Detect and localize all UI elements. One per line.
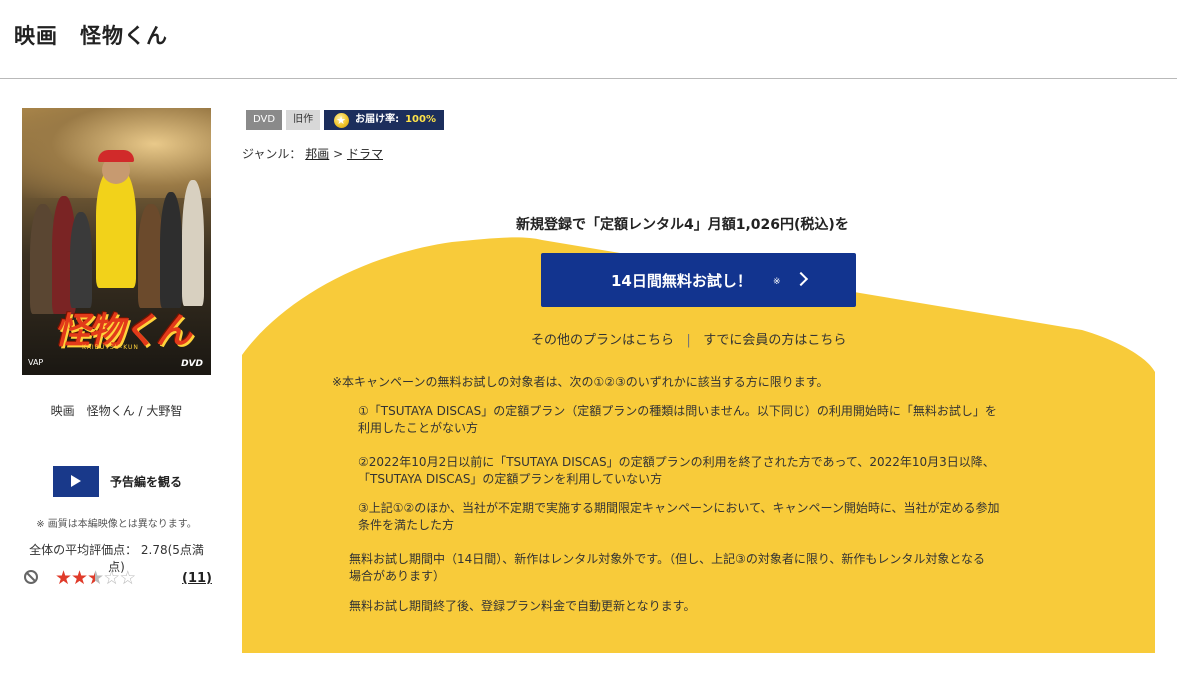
- poster-figure: [182, 180, 204, 306]
- star-empty-icon: ☆: [119, 567, 136, 589]
- trial-note-1-line2: 場合があります）: [349, 569, 446, 583]
- condition-item-3-line1: ③上記①②のほか、当社が不定期で実施する期間限定キャンペーンにおいて、キャンペー…: [358, 501, 1000, 515]
- poster-hero-cap: [98, 150, 134, 162]
- trial-note-1-line1: 無料お試し期間中（14日間）、新作はレンタル対象外です。（但し、上記③の対象者に…: [349, 552, 985, 566]
- condition-item-2-line1: ②2022年10月2日以前に「TSUTAYA DISCAS」の定額プランの利用を…: [358, 455, 995, 469]
- genre-link-jpmovie[interactable]: 邦画: [305, 147, 329, 161]
- star-empty-icon: ☆: [103, 567, 120, 589]
- review-count-link[interactable]: (11): [182, 571, 212, 586]
- star-half-icon: ★: [87, 567, 104, 589]
- rating-stars: ★★★☆☆: [55, 567, 136, 589]
- star-full-icon: ★: [55, 567, 72, 589]
- promo-headline: 新規登録で「定額レンタル4」月額1,026円(税込)を: [516, 217, 849, 233]
- free-trial-button[interactable]: 14日間無料お試し！ ※: [541, 253, 856, 307]
- conditions-intro: ※本キャンペーンの無料お試しの対象者は、次の①②③のいずれかに該当する方に限りま…: [332, 375, 829, 389]
- poster-logo-sub: KAIBUTSU-KUN: [82, 344, 139, 351]
- chevron-right-icon: [793, 271, 809, 287]
- condition-item-2: ②2022年10月2日以前に「TSUTAYA DISCAS」の定額プランの利用を…: [358, 454, 995, 488]
- dvd-jacket-image[interactable]: 怪物くん KAIBUTSU-KUN VAP DVD: [22, 108, 211, 375]
- other-plans-link[interactable]: その他のプランはこちら: [531, 333, 674, 348]
- header-divider: [0, 78, 1177, 79]
- condition-item-3: ③上記①②のほか、当社が不定期で実施する期間限定キャンペーンにおいて、キャンペー…: [358, 500, 1000, 534]
- poster-figure: [160, 192, 182, 308]
- format-badge: DVD: [246, 110, 283, 130]
- trial-note-1: 無料お試し期間中（14日間）、新作はレンタル対象外です。（但し、上記③の対象者に…: [349, 551, 985, 585]
- genre-link-drama[interactable]: ドラマ: [347, 147, 383, 161]
- poster-label-mark: VAP: [28, 358, 44, 367]
- delivery-label: お届け率:: [355, 114, 400, 125]
- plan-links: その他のプランはこちら | すでに会員の方はこちら: [531, 329, 846, 348]
- condition-item-1-line1: ①「TSUTAYA DISCAS」の定額プラン（定額プランの種類は問いません。以…: [358, 404, 997, 418]
- genre-label: ジャンル：: [242, 147, 302, 161]
- poster-hero-figure: [96, 168, 136, 288]
- condition-item-3-line2: 条件を満たした方: [358, 518, 455, 532]
- trailer-play-button[interactable]: [53, 466, 99, 497]
- members-link[interactable]: すでに会員の方はこちら: [703, 333, 846, 348]
- free-trial-mark: ※: [773, 277, 781, 287]
- genre-separator: >: [333, 147, 344, 161]
- star-full-icon: ★: [71, 567, 88, 589]
- free-trial-label: 14日間無料お試し！: [611, 272, 752, 290]
- page-title: 映画 怪物くん: [14, 24, 168, 48]
- condition-item-1: ①「TSUTAYA DISCAS」の定額プラン（定額プランの種類は問いません。以…: [358, 403, 997, 437]
- genre-breadcrumb: ジャンル： 邦画 > ドラマ: [242, 145, 383, 162]
- condition-item-1-line2: 利用したことがない方: [358, 421, 479, 435]
- delivery-rate-badge: お届け率: 100%: [324, 110, 444, 131]
- trial-note-2: 無料お試し期間終了後、登録プラン料金で自動更新となります。: [349, 599, 696, 613]
- trailer-label[interactable]: 予告編を観る: [110, 473, 182, 490]
- poster-figure: [70, 212, 92, 308]
- link-separator: |: [686, 333, 691, 348]
- poster-dvd-mark: DVD: [181, 359, 203, 369]
- item-caption: 映画 怪物くん / 大野智: [50, 404, 183, 418]
- image-quality-note: ※ 画質は本編映像とは異なります。: [36, 519, 197, 530]
- condition-item-2-line2: 「TSUTAYA DISCAS」の定額プランを利用していない方: [358, 472, 663, 486]
- delivery-rate: 100%: [405, 114, 436, 125]
- ban-icon[interactable]: [24, 570, 38, 584]
- star-coin-icon: [334, 111, 350, 131]
- age-badge: 旧作: [286, 110, 321, 130]
- play-icon: [71, 475, 81, 487]
- badges: DVD 旧作 お届け率: 100%: [246, 110, 444, 131]
